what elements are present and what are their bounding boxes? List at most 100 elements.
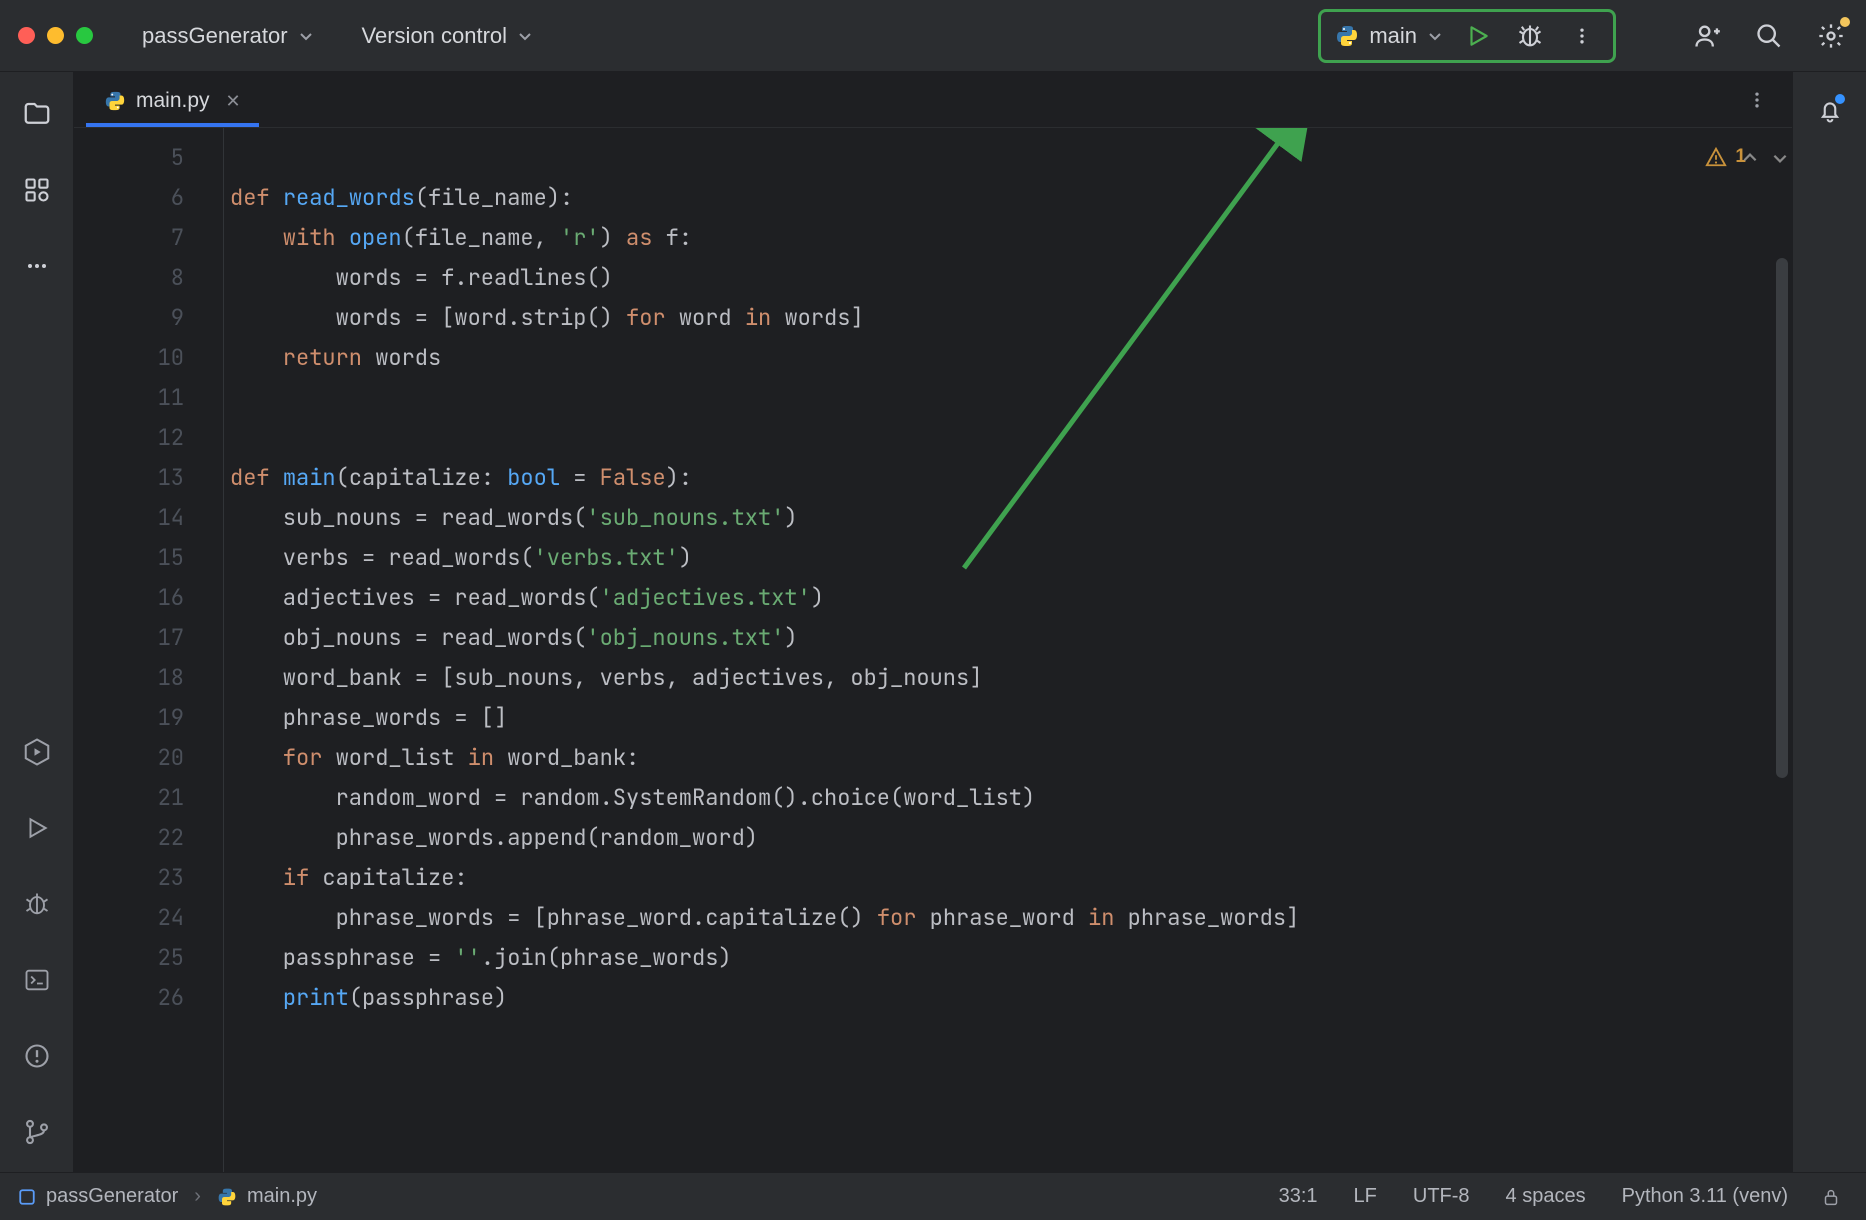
structure-icon [23,176,51,204]
line-number[interactable]: 25 [74,938,184,978]
line-number[interactable]: 19 [74,698,184,738]
breadcrumb-file[interactable]: main.py [217,1185,317,1208]
line-number[interactable]: 15 [74,538,184,578]
chevron-down-icon [517,28,533,44]
run-button[interactable] [1461,19,1495,53]
terminal-tool-button[interactable] [17,960,57,1000]
line-number[interactable]: 9 [74,298,184,338]
editor-area: main.py ✕ 567891011121314151617181920212… [74,72,1792,1172]
more-actions-button[interactable] [1565,19,1599,53]
next-problem-button[interactable] [1768,146,1792,170]
tab-label: main.py [136,89,210,113]
line-number[interactable]: 5 [74,138,184,178]
line-number[interactable]: 17 [74,618,184,658]
code-with-me-button[interactable] [1690,19,1724,53]
kebab-icon [1747,90,1767,110]
line-number[interactable]: 26 [74,978,184,1018]
git-branch-icon [23,1118,51,1146]
close-tab-button[interactable]: ✕ [226,91,241,112]
vertical-scrollbar[interactable] [1776,258,1788,778]
left-tool-strip [0,72,74,1172]
line-number[interactable]: 7 [74,218,184,258]
line-number[interactable]: 12 [74,418,184,458]
line-number[interactable]: 14 [74,498,184,538]
debug-tool-button[interactable] [17,884,57,924]
right-tool-strip [1792,72,1866,1172]
titlebar-right-group [1690,19,1848,53]
project-name: passGenerator [142,23,288,49]
line-number[interactable]: 13 [74,458,184,498]
annotation-arrow-icon [924,128,1344,608]
settings-badge-icon [1840,17,1850,27]
editor-tabs-more-button[interactable] [1740,83,1774,117]
chevron-down-icon [1427,28,1443,44]
search-everywhere-button[interactable] [1752,19,1786,53]
debug-button[interactable] [1513,19,1547,53]
line-separator[interactable]: LF [1344,1185,1387,1208]
editor[interactable]: 567891011121314151617181920212223242526 … [74,128,1792,1172]
line-number[interactable]: 8 [74,258,184,298]
editor-tabbar: main.py ✕ [74,72,1792,128]
breadcrumb-separator-icon: › [194,1185,201,1208]
line-number[interactable]: 23 [74,858,184,898]
breadcrumb-label: passGenerator [46,1185,178,1208]
line-number[interactable]: 10 [74,338,184,378]
gutter[interactable]: 567891011121314151617181920212223242526 [74,128,224,1172]
file-encoding[interactable]: UTF-8 [1403,1185,1480,1208]
warning-icon [1705,146,1727,168]
line-number[interactable]: 21 [74,778,184,818]
minimize-window-button[interactable] [47,27,64,44]
run-config-label: main [1369,23,1417,49]
line-number[interactable]: 6 [74,178,184,218]
notifications-button[interactable] [1813,94,1847,128]
line-number[interactable]: 18 [74,658,184,698]
project-tool-button[interactable] [17,94,57,134]
more-tools-button[interactable] [17,246,57,286]
cursor-position[interactable]: 33:1 [1269,1185,1328,1208]
structure-tool-button[interactable] [17,170,57,210]
kebab-icon [1572,26,1592,46]
line-number[interactable]: 22 [74,818,184,858]
code-area[interactable]: def read_words(file_name): with open(fil… [224,128,1792,1172]
titlebar: passGenerator Version control main [0,0,1866,72]
problem-nav [1738,146,1792,170]
chevron-down-icon [1771,149,1789,167]
lock-icon [1820,1186,1842,1208]
play-hex-icon [22,737,52,767]
warning-circle-icon [23,1042,51,1070]
notification-badge-icon [1835,94,1845,104]
chevron-down-icon [298,28,314,44]
python-icon [217,1187,237,1207]
settings-button[interactable] [1814,19,1848,53]
run-toolbar-highlight: main [1318,9,1616,63]
python-interpreter[interactable]: Python 3.11 (venv) [1612,1185,1798,1208]
tab-main-py[interactable]: main.py ✕ [86,79,259,127]
problems-tool-button[interactable] [17,1036,57,1076]
project-selector[interactable]: passGenerator [142,23,314,49]
python-icon [104,90,126,112]
line-number[interactable]: 11 [74,378,184,418]
user-plus-icon [1693,22,1721,50]
run-configuration-selector[interactable]: main [1335,23,1443,49]
breadcrumb-project[interactable]: passGenerator [18,1185,178,1208]
indent-setting[interactable]: 4 spaces [1496,1185,1596,1208]
play-icon [1465,23,1491,49]
services-tool-button[interactable] [17,732,57,772]
chevron-up-icon [1741,149,1759,167]
line-number[interactable]: 16 [74,578,184,618]
run-tool-button[interactable] [17,808,57,848]
line-number[interactable]: 20 [74,738,184,778]
git-tool-button[interactable] [17,1112,57,1152]
maximize-window-button[interactable] [76,27,93,44]
version-control-menu[interactable]: Version control [362,23,534,49]
terminal-icon [23,966,51,994]
bug-icon [23,890,51,918]
close-window-button[interactable] [18,27,35,44]
ellipsis-icon [25,254,49,278]
folder-icon [22,99,52,129]
prev-problem-button[interactable] [1738,146,1762,170]
breadcrumb-label: main.py [247,1185,317,1208]
readonly-toggle[interactable] [1814,1180,1848,1214]
line-number[interactable]: 24 [74,898,184,938]
bug-icon [1516,22,1544,50]
